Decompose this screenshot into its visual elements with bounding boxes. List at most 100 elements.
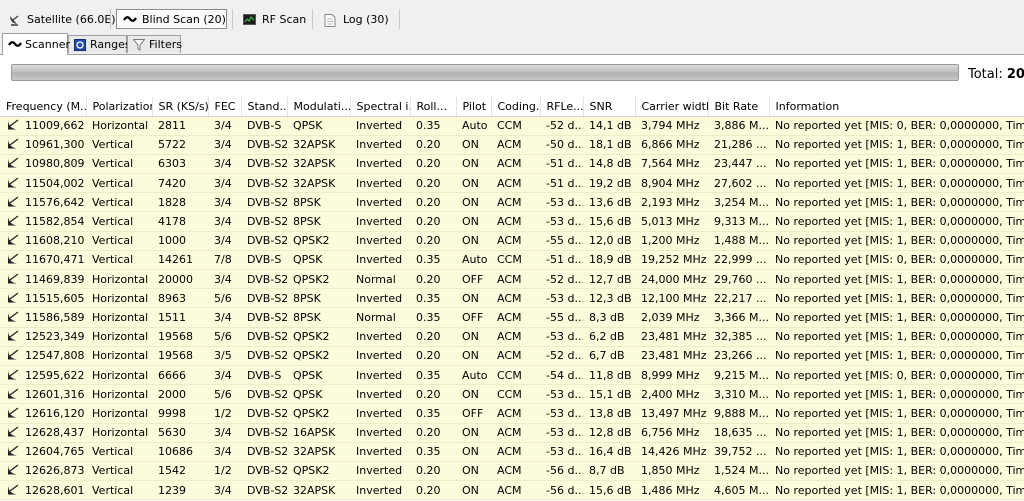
column-header-bit-rate[interactable]: Bit Rate — [708, 97, 770, 117]
cell-frequency: 12523,349 — [0, 327, 86, 347]
cell-pilot: OFF — [456, 403, 491, 424]
cell-rolloff: 0.20 — [410, 346, 456, 366]
cell-snr: 12,7 dB — [583, 269, 635, 290]
cell-rf-level: -56 d... — [540, 461, 583, 482]
cell-bit-rate: 32,385 ... — [708, 327, 769, 347]
table-row[interactable]: 12616,120 Horizontal 9998 1/2 DVB-S2 QPSK2 Inv… — [0, 403, 1024, 424]
cell-carrier-width: 1,850 MHz — [635, 461, 708, 482]
table-row[interactable]: 11670,471 Vertical 14261 7/8 DVB-S QPSK Invert… — [0, 250, 1024, 271]
cell-pilot: ON — [456, 346, 491, 366]
frequency-value: 12616,120 — [25, 406, 85, 420]
table-row[interactable]: 12604,765 Vertical 10686 3/4 DVB-S2 32APSK Inv… — [0, 442, 1024, 462]
satellite-dish-icon — [7, 234, 19, 245]
cell-fec: 3/4 — [208, 116, 241, 136]
log-button[interactable]: Log (30) — [318, 9, 395, 29]
cell-modulation: QPSK2 — [287, 269, 350, 290]
table-row[interactable]: 12523,349 Horizontal 19568 5/6 DVB-S2 QPSK2 In… — [0, 327, 1024, 347]
column-header-polarization[interactable]: Polarization — [86, 97, 153, 117]
column-header-fec[interactable]: FEC — [208, 97, 242, 117]
cell-spectral-inversion: Inverted — [350, 211, 410, 232]
column-header-rf-level[interactable]: RFLe... — [540, 97, 584, 117]
rf-scan-button[interactable]: RF Scan — [237, 9, 312, 29]
cell-snr: 15,6 dB — [583, 480, 635, 501]
tab-scanner[interactable]: Scanner — [2, 33, 70, 55]
table-row[interactable]: 12595,622 Horizontal 6666 3/4 DVB-S QPSK Inver… — [0, 365, 1024, 386]
column-header-coding[interactable]: Coding... — [491, 97, 541, 117]
satellite-button[interactable]: Satellite (66.0E) — [2, 9, 122, 29]
cell-spectral-inversion: Inverted — [350, 192, 410, 213]
table-row[interactable]: 12628,601 Vertical 1239 3/4 DVB-S2 32APSK Inve… — [0, 480, 1024, 501]
column-header-snr[interactable]: SNR — [583, 97, 636, 117]
cell-rf-level: -53 d... — [540, 327, 583, 347]
cell-modulation: 32APSK — [287, 442, 350, 462]
cell-fec: 3/4 — [208, 269, 241, 290]
column-header-symbol-rate[interactable]: SR (KS/s) — [152, 97, 209, 117]
table-row[interactable]: 10961,300 Vertical 5722 3/4 DVB-S2 32APSK Inve… — [0, 135, 1024, 155]
cell-modulation: 32APSK — [287, 480, 350, 501]
cell-carrier-width: 1,486 MHz — [635, 480, 708, 501]
cell-carrier-width: 5,013 MHz — [635, 211, 708, 232]
table-row[interactable]: 12626,873 Vertical 1542 1/2 DVB-S2 QPSK2 Inver… — [0, 461, 1024, 482]
cell-rolloff: 0.35 — [410, 307, 456, 328]
column-header-carrier-width[interactable]: Carrier width — [635, 97, 709, 117]
frequency-value: 12547,808 — [25, 349, 85, 363]
cell-standard: DVB-S — [241, 250, 287, 271]
table-header-row: Frequency (M... Polarization SR (KS/s) FEC S… — [0, 97, 1024, 117]
cell-modulation: QPSK2 — [287, 231, 350, 251]
table-row[interactable]: 11576,642 Vertical 1828 3/4 DVB-S2 8PSK Invert… — [0, 192, 1024, 213]
cell-pilot: ON — [456, 211, 491, 232]
cell-symbol-rate: 7420 — [152, 173, 208, 194]
cell-snr: 14,8 dB — [583, 154, 635, 175]
table-row[interactable]: 11515,605 Horizontal 8963 5/6 DVB-S2 8PSK Inve… — [0, 288, 1024, 309]
scan-results-table: Frequency (M... Polarization SR (KS/s) FEC S… — [0, 97, 1024, 501]
cell-modulation: 32APSK — [287, 173, 350, 194]
cell-frequency: 11608,210 — [0, 231, 86, 251]
cell-spectral-inversion: Inverted — [350, 346, 410, 366]
cell-standard: DVB-S2 — [241, 231, 287, 251]
column-header-frequency[interactable]: Frequency (M... — [0, 97, 87, 117]
table-row[interactable]: 12601,316 Horizontal 2000 5/6 DVB-S2 QPSK Inve… — [0, 384, 1024, 405]
blind-scan-button[interactable]: Blind Scan (20) — [116, 9, 227, 29]
cell-polarization: Horizontal — [86, 269, 152, 290]
frequency-value: 10980,809 — [25, 157, 85, 171]
table-row[interactable]: 11469,839 Horizontal 20000 3/4 DVB-S2 QPSK2 No… — [0, 269, 1024, 290]
cell-symbol-rate: 19568 — [152, 327, 208, 347]
cell-frequency: 11670,471 — [0, 250, 86, 271]
cell-rf-level: -56 d... — [540, 480, 583, 501]
cell-bit-rate: 23,266 ... — [708, 346, 769, 366]
total-value: 20 — [1006, 67, 1024, 82]
table-row[interactable]: 11586,589 Horizontal 1511 3/4 DVB-S2 8PSK Norm… — [0, 307, 1024, 328]
table-row[interactable]: 12547,808 Horizontal 19568 3/5 DVB-S2 QPSK2 In… — [0, 346, 1024, 366]
table-row[interactable]: 11582,854 Vertical 4178 3/4 DVB-S2 8PSK Invert… — [0, 211, 1024, 232]
cell-symbol-rate: 1542 — [152, 461, 208, 482]
table-row[interactable]: 11504,002 Vertical 7420 3/4 DVB-S2 32APSK Inve… — [0, 173, 1024, 194]
cell-spectral-inversion: Inverted — [350, 288, 410, 309]
cell-rf-level: -51 d... — [540, 250, 583, 271]
cell-rf-level: -53 d... — [540, 211, 583, 232]
cell-polarization: Horizontal — [86, 346, 152, 366]
table-row[interactable]: 10980,809 Vertical 6303 3/4 DVB-S2 32APSK Inve… — [0, 154, 1024, 175]
tab-filters[interactable]: Filters — [127, 35, 182, 53]
table-row[interactable]: 12628,437 Horizontal 5630 3/4 DVB-S2 16APSK In… — [0, 423, 1024, 443]
column-header-modulation[interactable]: Modulati... — [287, 97, 351, 117]
cell-frequency: 12628,601 — [0, 480, 86, 501]
cell-rf-level: -53 d... — [540, 288, 583, 309]
tab-ranges[interactable]: Ranges — [68, 35, 131, 53]
column-header-standard[interactable]: Stand... — [241, 97, 288, 117]
cell-polarization: Horizontal — [86, 327, 152, 347]
blind-scan-button-label: Blind Scan (20) — [142, 12, 226, 26]
frequency-value: 11515,605 — [25, 291, 85, 305]
scan-progress-fill — [12, 65, 958, 80]
cell-bit-rate: 29,760 ... — [708, 269, 769, 290]
table-row[interactable]: 11009,662 Horizontal 2811 3/4 DVB-S QPSK Inver… — [0, 116, 1024, 136]
column-header-information[interactable]: Information — [769, 97, 1024, 117]
rf-scan-icon — [243, 13, 256, 25]
cell-frequency: 12595,622 — [0, 365, 86, 386]
table-row[interactable]: 11608,210 Vertical 1000 3/4 DVB-S2 QPSK2 Inver… — [0, 231, 1024, 251]
cell-standard: DVB-S2 — [241, 384, 287, 405]
column-header-spectral-inversion[interactable]: Spectral i... — [350, 97, 411, 117]
frequency-value: 12628,601 — [25, 483, 85, 497]
column-header-pilot[interactable]: Pilot — [456, 97, 492, 117]
cell-carrier-width: 13,497 MHz — [635, 403, 708, 424]
column-header-rolloff[interactable]: Roll... — [410, 97, 457, 117]
